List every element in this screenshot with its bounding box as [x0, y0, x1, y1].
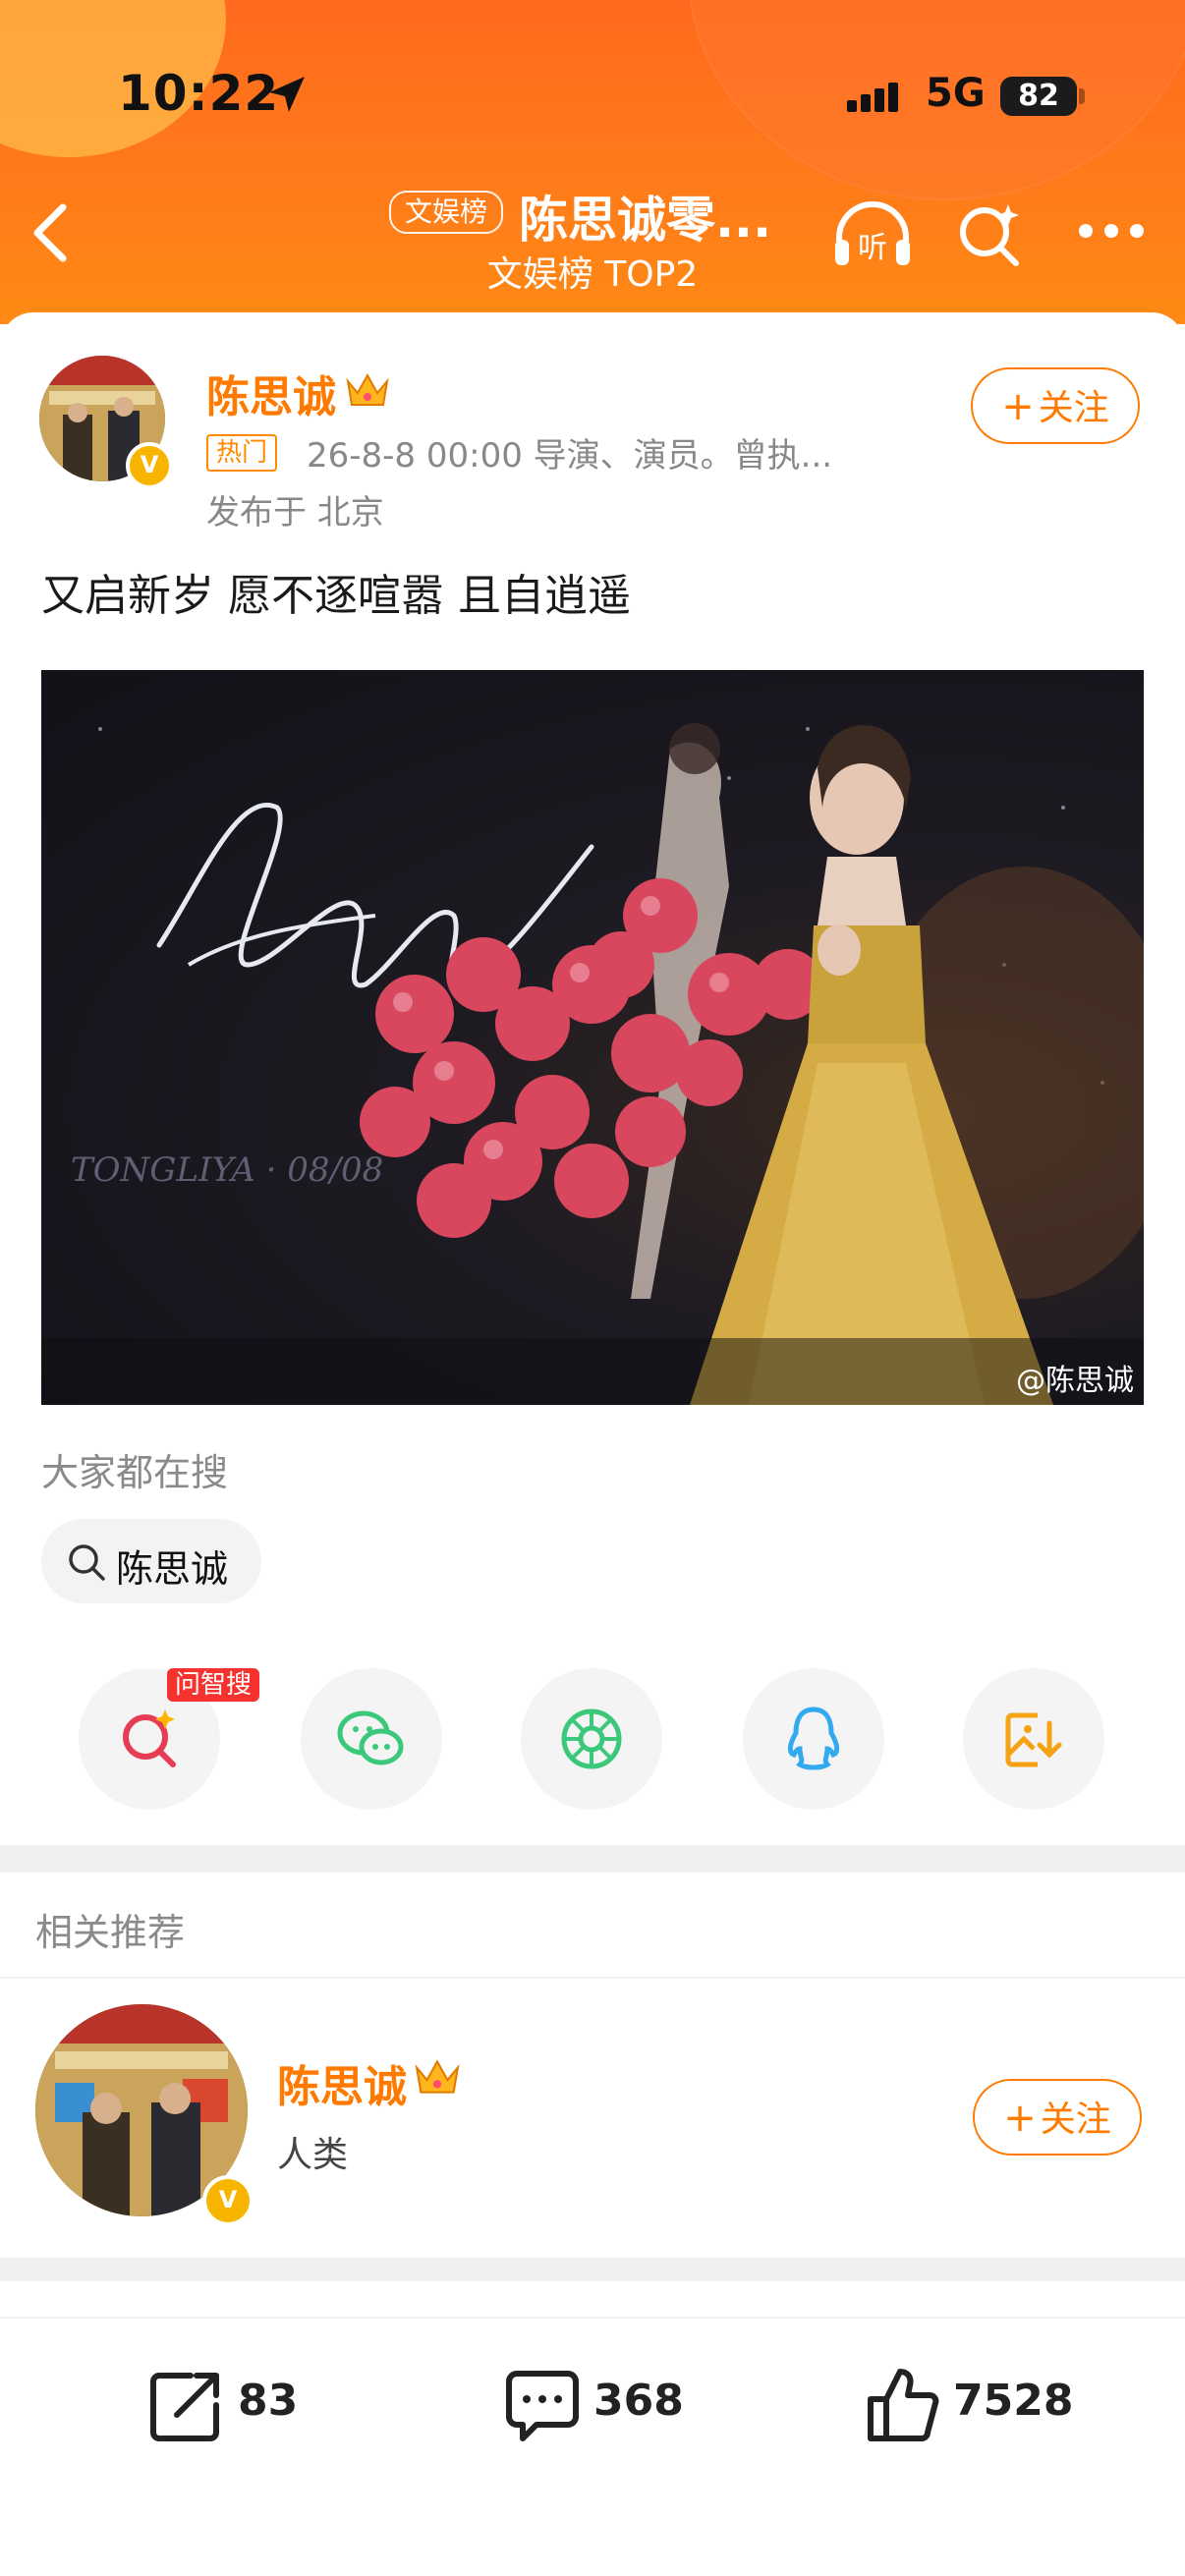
- network-type: 5G: [926, 71, 986, 116]
- crown-icon: [413, 2055, 462, 2102]
- trending-label: 大家都在搜: [41, 1451, 229, 1494]
- post-image[interactable]: TONGLIYA · 08/08 @陈思诚: [41, 670, 1144, 1405]
- action-bar: 83 368 7528: [0, 2319, 1185, 2476]
- like-count: 7528: [953, 2376, 1074, 2426]
- thumbs-up-icon: [868, 2369, 939, 2441]
- moments-share-button[interactable]: [521, 1668, 662, 1810]
- follow-label: 关注: [1038, 388, 1109, 428]
- author-name[interactable]: 陈思诚: [206, 362, 336, 424]
- post-location: 发布于 北京: [206, 493, 384, 532]
- headphone-icon[interactable]: 听: [831, 200, 914, 273]
- follow-button[interactable]: + 关注: [971, 367, 1140, 444]
- related-user-bio: 人类: [277, 2135, 349, 2175]
- comment-icon: [506, 2371, 579, 2441]
- moments-icon: [561, 1708, 622, 1769]
- qq-share-button[interactable]: [743, 1668, 884, 1810]
- post-text: 又启新岁 愿不逐喧嚣 且自逍遥: [41, 571, 631, 621]
- status-time: 10:22: [118, 65, 280, 122]
- section-divider: [0, 1845, 1185, 1873]
- crown-icon: [344, 369, 391, 415]
- related-follow-button[interactable]: + 关注: [973, 2079, 1142, 2156]
- svg-text:TONGLIYA · 08/08: TONGLIYA · 08/08: [71, 1150, 383, 1190]
- image-watermark: @陈思诚: [1016, 1364, 1134, 1398]
- plus-icon: +: [1003, 2096, 1037, 2141]
- related-label: 相关推荐: [35, 1911, 186, 1954]
- more-icon[interactable]: [1077, 222, 1146, 244]
- verified-badge-icon: V: [202, 2175, 254, 2226]
- divider: [0, 1977, 1185, 1979]
- svg-text:听: 听: [858, 231, 887, 265]
- comment-button[interactable]: 368: [503, 2366, 719, 2444]
- repost-count: 83: [238, 2376, 299, 2426]
- ranking-badge: 文娱榜: [389, 191, 504, 234]
- save-image-button[interactable]: [963, 1668, 1104, 1810]
- plus-icon: +: [1001, 384, 1035, 429]
- comment-count: 368: [593, 2376, 684, 2426]
- search-chip[interactable]: 陈思诚: [41, 1519, 261, 1603]
- battery-tip: [1079, 88, 1085, 104]
- battery-icon: 82: [1000, 77, 1077, 116]
- nav-bar: 文娱榜 陈思诚零... 文娱榜 TOP2 听: [0, 177, 1185, 305]
- hot-tag: 热门: [206, 434, 278, 472]
- header-bar: 10:22 5G 82 文娱榜 陈思诚零... 文娱榜 TOP2 听: [0, 0, 1185, 324]
- search-icon: [67, 1542, 106, 1586]
- post-card: V 陈思诚 + 关注 热门 26-8-8 00:00 导演、演员。曾执... 发布…: [0, 312, 1185, 1873]
- like-button[interactable]: 7528: [863, 2366, 1099, 2444]
- save-image-icon: [1005, 1712, 1062, 1767]
- location-arrow-icon: [265, 73, 309, 120]
- follow-label: 关注: [1040, 2100, 1111, 2140]
- qq-icon: [787, 1707, 840, 1770]
- wechat-icon: [337, 1710, 404, 1765]
- repost-icon: [150, 2373, 219, 2441]
- signal-icon: [847, 83, 908, 122]
- verified-badge-icon: V: [126, 442, 173, 489]
- search-chip-label: 陈思诚: [116, 1547, 229, 1591]
- section-divider: [0, 2258, 1185, 2281]
- wechat-share-button[interactable]: [301, 1668, 442, 1810]
- repost-button[interactable]: 83: [147, 2366, 314, 2444]
- search-icon[interactable]: [955, 200, 1024, 273]
- status-bar: 10:22 5G 82: [0, 59, 1185, 138]
- zhisou-tag: 问智搜: [167, 1668, 260, 1702]
- page-title: 陈思诚零...: [519, 192, 771, 249]
- post-meta: 26-8-8 00:00 导演、演员。曾执...: [307, 436, 833, 476]
- related-user-name[interactable]: 陈思诚: [277, 2051, 407, 2114]
